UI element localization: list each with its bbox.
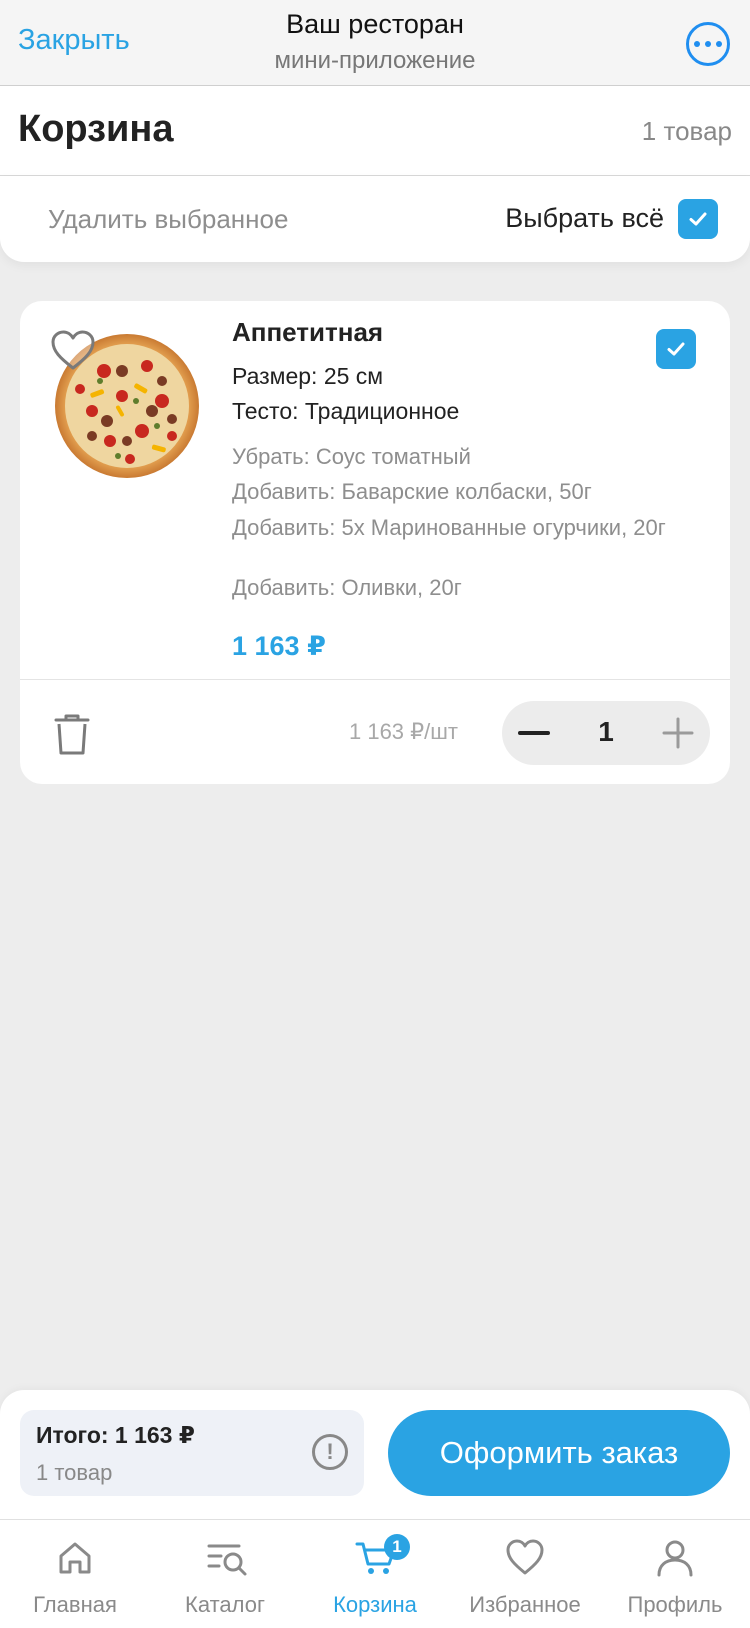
- product-name: Аппетитная: [232, 317, 384, 347]
- tab-label: Главная: [33, 1592, 117, 1617]
- unit-price: 1 163 ₽/шт: [348, 719, 458, 744]
- product-dough: Тесто: Традиционное: [232, 398, 460, 424]
- checkout-button[interactable]: Оформить заказ: [388, 1410, 730, 1496]
- tab-catalog[interactable]: Каталог: [150, 1520, 300, 1628]
- cart-screen: Закрыть Ваш ресторан мини-приложение Кор…: [0, 0, 750, 1628]
- item-price: 1 163 ₽: [232, 631, 326, 661]
- profile-icon: [657, 1540, 693, 1577]
- delete-selected-button[interactable]: Удалить выбранное: [48, 204, 288, 235]
- favorite-heart-icon[interactable]: [50, 329, 96, 371]
- tab-label: Избранное: [469, 1592, 581, 1617]
- cart-item-count: 1 товар: [641, 116, 732, 146]
- home-icon: [59, 1542, 91, 1574]
- tab-label: Профиль: [627, 1592, 723, 1617]
- cart-item-card: Аппетитная Размер: 25 см Тесто: Традицио…: [20, 301, 730, 784]
- tab-label: Каталог: [185, 1592, 265, 1617]
- card-divider: [20, 679, 730, 680]
- page-title: Корзина: [18, 108, 174, 150]
- order-total-box[interactable]: Итого: 1 163 ₽ 1 товар !: [20, 1410, 364, 1496]
- checkout-bar: Итого: 1 163 ₽ 1 товар ! Оформить заказ: [0, 1390, 750, 1520]
- select-all-checkbox[interactable]: [678, 199, 718, 239]
- modifier-line: Добавить: Оливки, 20г: [232, 575, 462, 600]
- app-subtitle: мини-приложение: [274, 47, 476, 74]
- checkmark-icon: [689, 212, 707, 226]
- tab-profile[interactable]: Профиль: [600, 1520, 750, 1628]
- modifier-line: Убрать: Соус томатный: [232, 444, 471, 469]
- checkmark-icon: [667, 342, 685, 356]
- tab-home[interactable]: Главная: [0, 1520, 150, 1628]
- tab-favorites[interactable]: Избранное: [450, 1520, 600, 1628]
- selection-bar: Удалить выбранное Выбрать всё: [0, 176, 750, 262]
- catalog-search-icon: [207, 1544, 247, 1576]
- increment-button[interactable]: [662, 717, 694, 749]
- heart-icon: [506, 1539, 544, 1575]
- app-title: Ваш ресторан: [286, 9, 464, 39]
- total-amount: Итого: 1 163 ₽: [36, 1422, 195, 1448]
- mini-app-header: Закрыть Ваш ресторан мини-приложение: [0, 0, 750, 86]
- total-item-count: 1 товар: [36, 1460, 113, 1485]
- select-all-label[interactable]: Выбрать всё: [505, 203, 664, 234]
- cart-header: Корзина 1 товар: [0, 86, 750, 176]
- info-icon[interactable]: !: [312, 1434, 348, 1470]
- cart-badge: 1: [384, 1534, 410, 1560]
- tab-cart[interactable]: 1 Корзина: [300, 1520, 450, 1628]
- more-dots-icon[interactable]: [686, 22, 730, 66]
- bottom-tab-bar: Главная Каталог 1 Корзина Избранное Проф…: [0, 1519, 750, 1628]
- product-size: Размер: 25 см: [232, 363, 384, 389]
- tab-label: Корзина: [333, 1592, 417, 1617]
- trash-icon[interactable]: [52, 711, 92, 757]
- quantity-stepper: 1: [502, 701, 710, 765]
- item-select-checkbox[interactable]: [656, 329, 696, 369]
- modifier-line: Добавить: 5х Маринованные огурчики, 20г: [232, 515, 666, 540]
- modifier-line: Добавить: Баварские колбаски, 50г: [232, 479, 592, 504]
